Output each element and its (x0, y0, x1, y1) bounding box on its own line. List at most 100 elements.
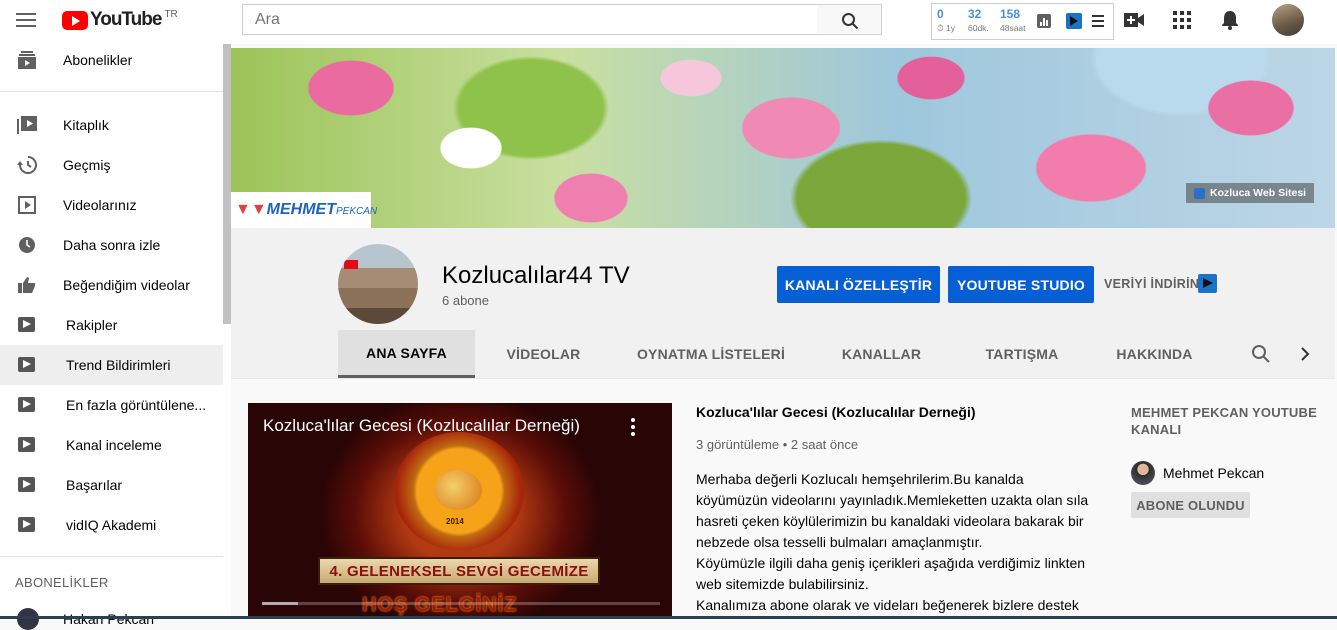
notifications-bell-icon[interactable] (1221, 10, 1239, 30)
search-input[interactable] (243, 5, 817, 34)
sidebar-item-rakipler[interactable]: Rakipler (0, 305, 223, 345)
sidebar-item-most-viewed[interactable]: En fazla görüntülene... (0, 385, 223, 425)
description-paragraph: Köyümüzle ilgili daha geniş içerikleri a… (696, 555, 1086, 592)
search-icon (842, 13, 859, 30)
sidebar-item-label: Daha sonra izle (63, 237, 161, 253)
youtube-studio-button[interactable]: YOUTUBE STUDIO (948, 266, 1094, 303)
account-avatar[interactable] (1272, 4, 1304, 36)
video-progress-fill (262, 602, 298, 605)
sidebar-item-label: Başarılar (66, 477, 123, 493)
watch-later-icon (19, 237, 35, 253)
sidebar-item-label: Geçmiş (63, 157, 111, 173)
sidebar-scrollbar[interactable] (223, 44, 231, 324)
association-emblem: 2014 (394, 432, 524, 550)
youtube-play-icon (62, 11, 88, 30)
stat-label: 48saat (1000, 23, 1026, 33)
subscriptions-icon (18, 51, 36, 69)
sidebar-item-library[interactable]: Kitaplık (0, 105, 223, 145)
bar-chart-icon[interactable] (1037, 14, 1051, 28)
sidebar-item-label: Trend Bildirimleri (66, 357, 171, 373)
create-video-icon[interactable] (1124, 12, 1144, 28)
vidiq-icon (18, 317, 35, 332)
chevron-right-icon[interactable] (1300, 347, 1310, 361)
sidebar-item-label: Abonelikler (63, 52, 133, 68)
sidebar-item-label: Kanal inceleme (66, 437, 162, 453)
tab-channels[interactable]: KANALLAR (810, 330, 953, 378)
sidebar-item-your-videos[interactable]: Videolarınız (0, 185, 223, 225)
history-icon (17, 156, 37, 174)
logo-country: TR (164, 9, 178, 20)
sidebar-item-label: Videolarınız (63, 197, 137, 213)
tab-about[interactable]: HAKKINDA (1091, 330, 1218, 378)
subscription-name[interactable]: Hakan Pekcan (63, 611, 154, 627)
thumbs-up-icon (18, 277, 35, 293)
menu-icon[interactable] (16, 13, 36, 29)
vidiq-icon (18, 397, 35, 412)
your-videos-icon (18, 196, 36, 214)
featured-video-title[interactable]: Kozluca'lılar Gecesi (Kozlucalılar Derne… (696, 404, 976, 420)
more-options-icon[interactable] (631, 418, 635, 439)
tab-playlists[interactable]: OYNATMA LİSTELERİ (612, 330, 810, 378)
sidebar-item-history[interactable]: Geçmiş (0, 145, 223, 185)
sidebar: Abonelikler Kitaplık Geçmiş Videolarınız… (0, 44, 231, 630)
stat-value: 32 (968, 7, 982, 21)
youtube-logo[interactable]: YouTube TR (62, 9, 178, 33)
video-progress-bar[interactable] (262, 602, 660, 605)
sidebar-item-vidiq-akademi[interactable]: vidIQ Akademi (0, 505, 223, 545)
subscribed-button[interactable]: ABONE OLUNDU (1131, 492, 1250, 518)
sidebar-item-liked-videos[interactable]: Beğendiğim videolar (0, 265, 223, 305)
emblem-year: 2014 (446, 517, 464, 526)
sidebar-item-trend-bildirimleri[interactable]: Trend Bildirimleri (0, 345, 223, 385)
sidebar-divider (0, 556, 223, 557)
vidiq-icon (18, 517, 35, 532)
sidebar-item-label: Rakipler (66, 317, 118, 333)
sidebar-item-label: vidIQ Akademi (66, 517, 157, 533)
vidiq-icon (18, 357, 35, 372)
sidebar-item-watch-later[interactable]: Daha sonra izle (0, 225, 223, 265)
stat-value: 158 (1000, 7, 1021, 21)
download-data-button[interactable]: VERİYİ İNDİRİN (1104, 277, 1199, 291)
description-paragraph: Kanalımıza abone olarak ve videları beğe… (696, 597, 1079, 613)
stat-label: ⏱ 1y (937, 23, 955, 33)
player-title[interactable]: Kozluca'lılar Gecesi (Kozlucalılar Derne… (263, 416, 580, 436)
sidebar-item-subscriptions[interactable]: Abonelikler (0, 40, 223, 80)
search-box (242, 4, 818, 35)
sidebar-item-kanal-inceleme[interactable]: Kanal inceleme (0, 425, 223, 465)
vidiq-icon[interactable] (1198, 274, 1217, 293)
search-button[interactable] (817, 4, 882, 35)
tab-home[interactable]: ANA SAYFA (338, 330, 475, 378)
menu-lines-icon[interactable] (1092, 15, 1104, 30)
website-link-icon (1194, 187, 1205, 199)
channel-banner (231, 48, 1335, 228)
sidebar-item-label: En fazla görüntülene... (66, 397, 207, 413)
tab-discussion[interactable]: TARTIŞMA (953, 330, 1091, 378)
description-paragraph: Merhaba değerli Kozlucalı hemşehrilerim.… (696, 471, 1089, 550)
stat-value: 0 (937, 7, 944, 21)
vidiq-icon[interactable] (1066, 13, 1082, 29)
sidebar-item-label: Beğendiğim videolar (63, 277, 190, 293)
featured-channel-avatar[interactable] (1131, 461, 1155, 485)
featured-video-meta: 3 görüntüleme • 2 saat önce (696, 437, 859, 452)
vidiq-stats-widget[interactable]: 0 ⏱ 1y 32 60dk. 158 48saat (931, 3, 1114, 40)
stat-1y: 0 ⏱ 1y (937, 7, 955, 34)
player-event-banner: 4. GELENEKSEL SEVGİ GECEMİZE (318, 557, 600, 585)
website-link[interactable]: Kozluca Web Sitesi (1186, 183, 1315, 203)
sidebar-item-label: Kitaplık (63, 117, 109, 133)
website-link-label: Kozluca Web Sitesi (1210, 187, 1307, 199)
sidebar-item-basarilar[interactable]: Başarılar (0, 465, 223, 505)
channel-avatar[interactable] (338, 244, 418, 324)
featured-channel-name[interactable]: Mehmet Pekcan (1163, 465, 1264, 481)
stat-48saat: 158 48saat (1000, 7, 1026, 33)
customize-channel-button[interactable]: KANALI ÖZELLEŞTİR (777, 266, 940, 303)
top-bar: YouTube TR 0 ⏱ 1y 32 60dk. 158 48saat (0, 0, 1337, 44)
stat-60dk: 32 60dk. (968, 7, 989, 33)
logo-text: YouTube (90, 9, 162, 30)
featured-video-description: Merhaba değerli Kozlucalı hemşehrilerim.… (696, 469, 1096, 616)
apps-icon[interactable] (1173, 11, 1191, 29)
featured-channels-title: MEHMET PEKCAN YOUTUBE KANALI (1131, 405, 1317, 437)
content-divider (231, 378, 1335, 379)
subscription-avatar[interactable] (17, 608, 39, 630)
flag-icon (344, 260, 358, 269)
channel-search-icon[interactable] (1251, 344, 1271, 364)
tab-videos[interactable]: VİDEOLAR (475, 330, 612, 378)
